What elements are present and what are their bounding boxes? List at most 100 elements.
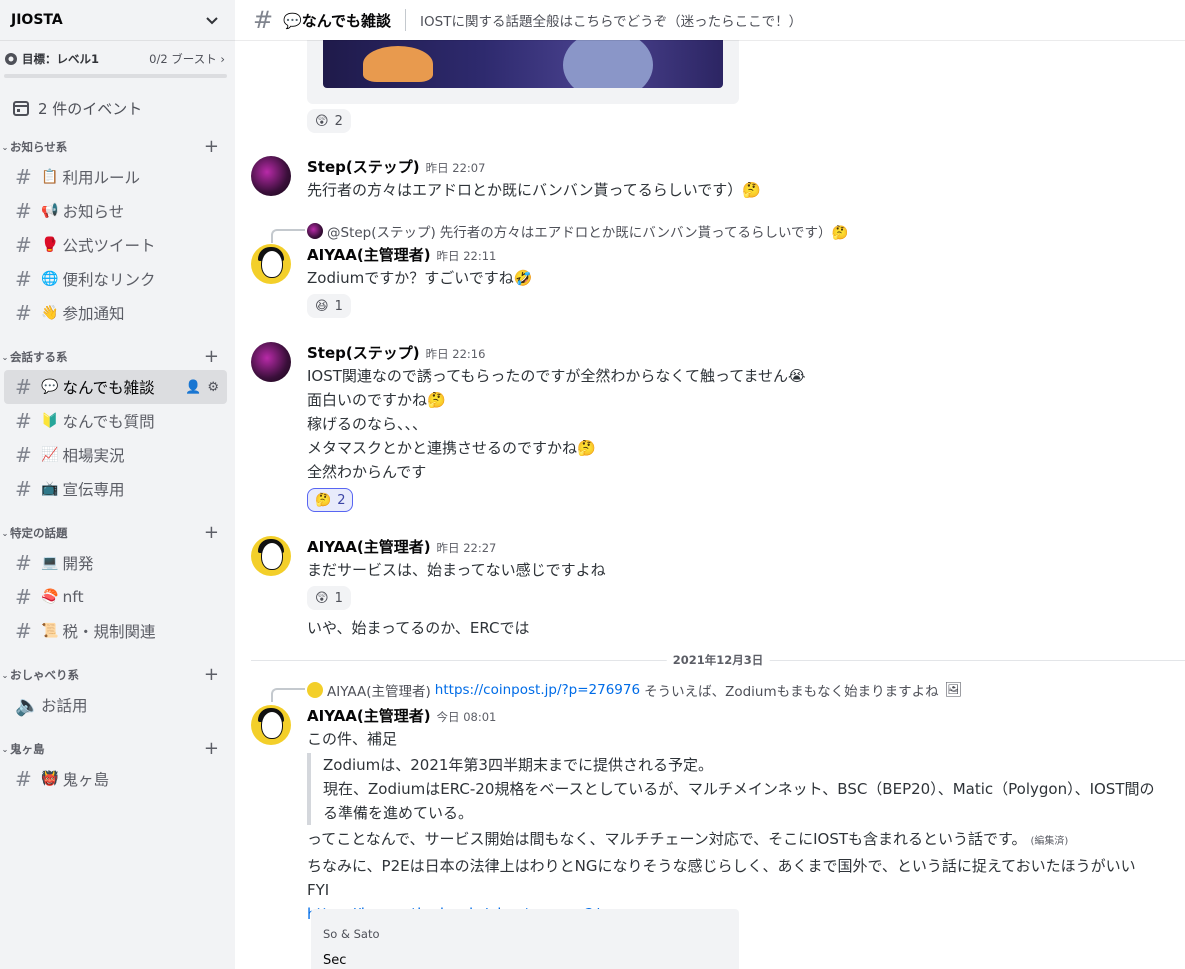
- reaction-button[interactable]: 😲 2: [307, 109, 351, 133]
- embed-image[interactable]: [323, 40, 723, 88]
- channel-label: お知らせ: [62, 203, 125, 221]
- channel-item[interactable]: # 📜 税・規制関連: [4, 614, 227, 648]
- hash-icon: #: [15, 233, 32, 257]
- channel-item[interactable]: # 📺 宣伝専用: [4, 472, 227, 506]
- avatar[interactable]: [251, 342, 291, 382]
- channel-item[interactable]: # 🍣 nft: [4, 580, 227, 614]
- reaction-count: 1: [334, 590, 343, 606]
- add-channel-icon[interactable]: +: [204, 348, 219, 366]
- chevron-down-icon[interactable]: [205, 13, 219, 27]
- timestamp: 今日 08:01: [436, 710, 497, 724]
- message-text: Zodiumですか？すごいですね🤣: [307, 269, 533, 287]
- link-embed[interactable]: So & Sato Sec: [311, 909, 739, 969]
- message-text: FYI: [307, 881, 330, 899]
- image-embed[interactable]: [307, 40, 739, 104]
- hash-icon: #: [15, 443, 32, 467]
- channel-item[interactable]: # 📋 利用ルール: [4, 160, 227, 194]
- avatar[interactable]: [251, 536, 291, 576]
- reaction-button[interactable]: 😲 1: [307, 586, 351, 610]
- voice-channel-item[interactable]: 🔈 お話用: [4, 688, 227, 722]
- reply-author: @Step(ステップ): [327, 225, 436, 241]
- add-channel-icon[interactable]: +: [204, 138, 219, 156]
- invite-icon[interactable]: 👤: [185, 380, 201, 395]
- reaction-row: 😲 2: [307, 109, 1185, 133]
- channel-item[interactable]: # 👹 鬼ヶ島: [4, 762, 227, 796]
- channel-item[interactable]: # 🌐 便利なリンク: [4, 262, 227, 296]
- channel-emoji: 📺: [41, 481, 59, 497]
- reaction-button[interactable]: 🤔 2: [307, 488, 354, 512]
- avatar[interactable]: [251, 156, 291, 196]
- avatar[interactable]: [251, 705, 291, 745]
- channel-item-active[interactable]: # 💬 なんでも雑談 👤 ⚙: [4, 370, 227, 404]
- category-tokutei[interactable]: ⌄ 特定の話題 +: [0, 520, 235, 546]
- category-oshirase[interactable]: ⌄ お知らせ系 +: [0, 134, 235, 160]
- hash-icon: #: [15, 199, 32, 223]
- channel-item[interactable]: # 👋 参加通知: [4, 296, 227, 330]
- avatar: [307, 223, 323, 239]
- category-label: 特定の話題: [10, 526, 68, 540]
- message-text: まだサービスは、始まってない感じですよね: [307, 561, 606, 579]
- channel-label: なんでも質問: [62, 413, 155, 431]
- channel-title: 💬なんでも雑談: [283, 11, 392, 30]
- reaction-button[interactable]: 😆 1: [307, 294, 351, 318]
- reply-preview[interactable]: AIYAA(主管理者) https://coinpost.jp/?p=27697…: [271, 680, 962, 702]
- reply-link[interactable]: https://coinpost.jp/?p=276976: [435, 682, 640, 698]
- channel-emoji: 🌐: [41, 271, 59, 287]
- channel-emoji: 🥊: [41, 237, 59, 253]
- category-label: 会話する系: [10, 350, 68, 364]
- block-quote: Zodiumは、2021年第3四半期末までに提供される予定。 現在、Zodium…: [307, 753, 1185, 825]
- server-header[interactable]: JIOSTA: [0, 0, 235, 40]
- message-text: ってことなんで、サービス開始は間もなく、マルチチェーン対応で、そこにIOSTも含…: [307, 830, 1069, 848]
- add-channel-icon[interactable]: +: [204, 740, 219, 758]
- channel-emoji: 🍣: [41, 589, 59, 605]
- add-channel-icon[interactable]: +: [204, 666, 219, 684]
- category-onigashima[interactable]: ⌄ 鬼ヶ島 +: [0, 736, 235, 762]
- boost-goal-bar[interactable]: 目標：レベル1 0/2 ブースト ›: [0, 40, 235, 78]
- channel-label: 公式ツイート: [62, 237, 156, 255]
- channel-item[interactable]: # 📢 お知らせ: [4, 194, 227, 228]
- avatar[interactable]: [251, 244, 291, 284]
- message-text: メタマスクとかと連携させるのですかね🤔: [307, 439, 596, 457]
- username[interactable]: Step(ステップ): [307, 342, 420, 363]
- channel-emoji: 📋: [41, 169, 59, 185]
- gear-badge-icon: [5, 53, 17, 65]
- reply-text: そういえば、Zodiumもまもなく始まりますよね: [644, 684, 939, 700]
- edited-label: (編集済): [1030, 836, 1069, 847]
- embed-title[interactable]: Sec: [323, 953, 346, 968]
- channel-label: nft: [62, 588, 84, 606]
- channel-topic[interactable]: IOSTに関する話題全般はこちらでどうぞ（迷ったらここで！）: [420, 10, 802, 30]
- astonished-emoji-icon: 😲: [315, 113, 329, 129]
- channel-item[interactable]: # 📈 相場実況: [4, 438, 227, 472]
- category-oshaberi[interactable]: ⌄ おしゃべり系 +: [0, 662, 235, 688]
- events-item[interactable]: 2 件のイベント: [0, 92, 235, 124]
- reply-text: 先行者の方々はエアドロとか既にバンバン貰ってるらしいです）🤔: [439, 225, 849, 241]
- speaker-icon: 🔈: [15, 693, 40, 717]
- category-kaiwa[interactable]: ⌄ 会話する系 +: [0, 344, 235, 370]
- channel-item[interactable]: # 💻 開発: [4, 546, 227, 580]
- username[interactable]: AIYAA(主管理者): [307, 244, 431, 265]
- username[interactable]: Step(ステップ): [307, 156, 420, 177]
- channel-item[interactable]: # 🔰 なんでも質問: [4, 404, 227, 438]
- message-text: 先行者の方々はエアドロとか既にバンバン貰ってるらしいです）🤔: [307, 181, 761, 199]
- channel-header: # 💬なんでも雑談 IOSTに関する話題全般はこちらでどうぞ（迷ったらここで！）: [235, 0, 1185, 40]
- add-channel-icon[interactable]: +: [204, 524, 219, 542]
- gear-icon[interactable]: ⚙: [207, 380, 219, 395]
- username[interactable]: AIYAA(主管理者): [307, 536, 431, 557]
- channel-emoji: 🔰: [41, 413, 59, 429]
- header-divider: [405, 9, 407, 31]
- timestamp: 昨日 22:07: [425, 161, 486, 175]
- caret-icon: ⌄: [1, 142, 9, 152]
- channel-label: 税・規制関連: [62, 623, 156, 641]
- reply-preview[interactable]: @Step(ステップ) 先行者の方々はエアドロとか既にバンバン貰ってるらしいです…: [271, 221, 849, 243]
- quote-text: Zodiumは、2021年第3四半期末までに提供される予定。: [323, 756, 713, 774]
- hash-icon: #: [15, 409, 32, 433]
- channel-item[interactable]: # 🥊 公式ツイート: [4, 228, 227, 262]
- timestamp: 昨日 22:16: [425, 347, 486, 361]
- message-text: いや、始まってるのか、ERCでは: [307, 619, 530, 637]
- category-label: 鬼ヶ島: [10, 742, 45, 756]
- username[interactable]: AIYAA(主管理者): [307, 705, 431, 726]
- message-list: 😲 2 Step(ステップ) 昨日 22:07 先行者の方々はエアドロとか既にバンバ…: [235, 40, 1185, 969]
- hash-icon: #: [15, 477, 32, 501]
- hash-icon: #: [15, 767, 32, 791]
- quote-text: 現在、ZodiumはERC-20規格をベースとしているが、マルチメインネット、B…: [323, 780, 1155, 798]
